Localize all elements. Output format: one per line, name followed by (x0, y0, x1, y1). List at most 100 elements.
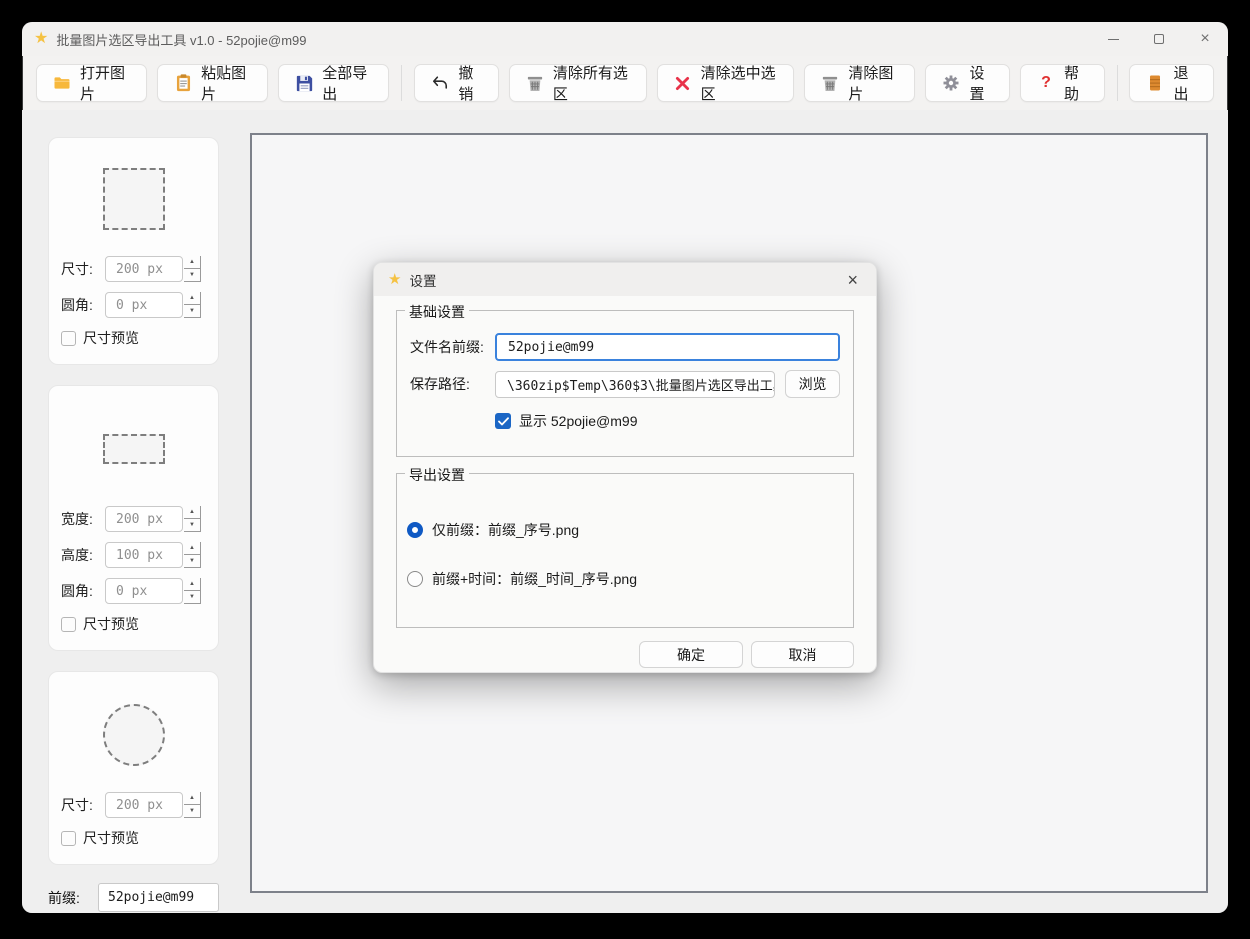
undo-icon (431, 74, 449, 92)
size-preview-checkbox[interactable] (61, 831, 76, 846)
question-icon: ? (1037, 74, 1055, 92)
square-size-stepper[interactable]: ▲▼ (184, 256, 201, 282)
circle-size-input[interactable] (105, 792, 183, 818)
height-label: 高度: (61, 545, 103, 565)
rect-height-stepper[interactable]: ▲▼ (184, 542, 201, 568)
naming-option-prefix-only[interactable]: 仅前缀：前缀_序号.png (407, 520, 840, 540)
spin-up-icon[interactable]: ▲ (184, 506, 201, 519)
spin-up-icon[interactable]: ▲ (184, 542, 201, 555)
browse-button[interactable]: 浏览 (785, 370, 840, 398)
save-icon (295, 74, 313, 92)
naming-option-label: 仅前缀：前缀_序号.png (432, 520, 579, 540)
toolbar-button-label: 粘贴图片 (201, 62, 251, 104)
square-shape-preview[interactable] (103, 168, 165, 230)
dialog-close-button[interactable]: × (843, 269, 862, 291)
close-button[interactable]: × (1182, 22, 1228, 56)
naming-option-prefix-time[interactable]: 前缀+时间：前缀_时间_序号.png (407, 569, 840, 589)
help-button[interactable]: ? 帮助 (1020, 64, 1105, 102)
clear-all-selections-button[interactable]: 清除所有选区 (509, 64, 647, 102)
spin-up-icon[interactable]: ▲ (184, 792, 201, 805)
toolbar-separator (401, 65, 402, 101)
clear-selected-selection-button[interactable]: 清除选中选区 (657, 64, 795, 102)
size-preview-checkbox[interactable] (61, 331, 76, 346)
open-image-button[interactable]: 打开图片 (36, 64, 147, 102)
toolbar: 打开图片 粘贴图片 全部导出 撤销 清除所有选区 (22, 56, 1228, 110)
ok-button[interactable]: 确定 (639, 641, 743, 668)
rect-height-input[interactable] (105, 542, 183, 568)
radio-selected-icon[interactable] (407, 522, 423, 538)
window-title: 批量图片选区导出工具 v1.0 - 52pojie@m99 (56, 30, 306, 49)
app-window: ★ 批量图片选区导出工具 v1.0 - 52pojie@m99 × 打开图片 粘… (22, 22, 1228, 913)
square-radius-stepper[interactable]: ▲▼ (184, 292, 201, 318)
minimize-button[interactable] (1090, 22, 1136, 56)
spin-down-icon[interactable]: ▼ (184, 519, 201, 532)
circle-shape-preview[interactable] (103, 704, 165, 766)
toolbar-button-label: 清除所有选区 (553, 62, 630, 104)
radio-unselected-icon[interactable] (407, 571, 423, 587)
size-preview-checkbox[interactable] (61, 617, 76, 632)
radius-row: 圆角: ▲▼ (61, 578, 206, 604)
paste-image-button[interactable]: 粘贴图片 (157, 64, 268, 102)
rectangle-shape-preview[interactable] (103, 434, 165, 464)
sidebar: 尺寸: ▲▼ 圆角: ▲▼ 尺寸预览 (22, 110, 250, 913)
settings-button[interactable]: 设置 (925, 64, 1010, 102)
spin-down-icon[interactable]: ▼ (184, 805, 201, 818)
maximize-icon (1154, 34, 1164, 44)
prefix-row: 前缀: (48, 883, 219, 912)
close-icon: × (847, 270, 858, 290)
size-row: 尺寸: ▲▼ (61, 792, 206, 818)
size-row: 尺寸: ▲▼ (61, 256, 206, 282)
square-radius-input[interactable] (105, 292, 183, 318)
minimize-icon (1108, 39, 1119, 40)
square-shape-panel: 尺寸: ▲▼ 圆角: ▲▼ 尺寸预览 (48, 137, 219, 365)
size-preview-label: 尺寸预览 (83, 614, 139, 634)
rect-width-input[interactable] (105, 506, 183, 532)
spin-down-icon[interactable]: ▼ (184, 269, 201, 282)
rect-radius-stepper[interactable]: ▲▼ (184, 578, 201, 604)
size-preview-label: 尺寸预览 (83, 328, 139, 348)
height-row: 高度: ▲▼ (61, 542, 206, 568)
rect-width-stepper[interactable]: ▲▼ (184, 506, 201, 532)
dialog-star-icon: ★ (388, 272, 401, 287)
spin-down-icon[interactable]: ▼ (184, 591, 201, 604)
show-prefix-checkbox[interactable] (495, 413, 511, 429)
filename-prefix-label: 文件名前缀: (410, 337, 495, 357)
cancel-button-label: 取消 (789, 645, 817, 665)
prefix-label: 前缀: (48, 888, 98, 908)
undo-button[interactable]: 撤销 (414, 64, 499, 102)
dialog-buttons: 确定 取消 (396, 641, 854, 668)
toolbar-button-label: 撤销 (458, 62, 482, 104)
spin-up-icon[interactable]: ▲ (184, 292, 201, 305)
maximize-button[interactable] (1136, 22, 1182, 56)
dialog-titlebar: ★ 设置 × (374, 263, 876, 296)
titlebar: ★ 批量图片选区导出工具 v1.0 - 52pojie@m99 × (22, 22, 1228, 56)
clear-image-button[interactable]: 清除图片 (804, 64, 915, 102)
square-size-input[interactable] (105, 256, 183, 282)
export-all-button[interactable]: 全部导出 (278, 64, 389, 102)
exit-button[interactable]: 退出 (1129, 64, 1214, 102)
spin-up-icon[interactable]: ▲ (184, 578, 201, 591)
prefix-input[interactable] (98, 883, 219, 912)
width-row: 宽度: ▲▼ (61, 506, 206, 532)
size-preview-row: 尺寸预览 (61, 614, 206, 634)
radius-label: 圆角: (61, 295, 103, 315)
show-prefix-row: 显示 52pojie@m99 (495, 411, 840, 431)
rect-radius-input[interactable] (105, 578, 183, 604)
width-label: 宽度: (61, 509, 103, 529)
ok-button-label: 确定 (677, 645, 705, 665)
spin-up-icon[interactable]: ▲ (184, 256, 201, 269)
paste-icon (174, 74, 192, 92)
circle-size-stepper[interactable]: ▲▼ (184, 792, 201, 818)
spin-down-icon[interactable]: ▼ (184, 305, 201, 318)
filename-prefix-input[interactable] (495, 333, 840, 361)
window-controls: × (1090, 22, 1228, 56)
size-preview-row: 尺寸预览 (61, 828, 206, 848)
cancel-button[interactable]: 取消 (751, 641, 854, 668)
exit-icon (1146, 74, 1164, 92)
size-label: 尺寸: (61, 795, 103, 815)
spin-down-icon[interactable]: ▼ (184, 555, 201, 568)
filename-prefix-row: 文件名前缀: (410, 333, 840, 361)
naming-option-label: 前缀+时间：前缀_时间_序号.png (432, 569, 637, 589)
trash-icon (821, 74, 839, 92)
save-path-input[interactable] (495, 371, 775, 398)
